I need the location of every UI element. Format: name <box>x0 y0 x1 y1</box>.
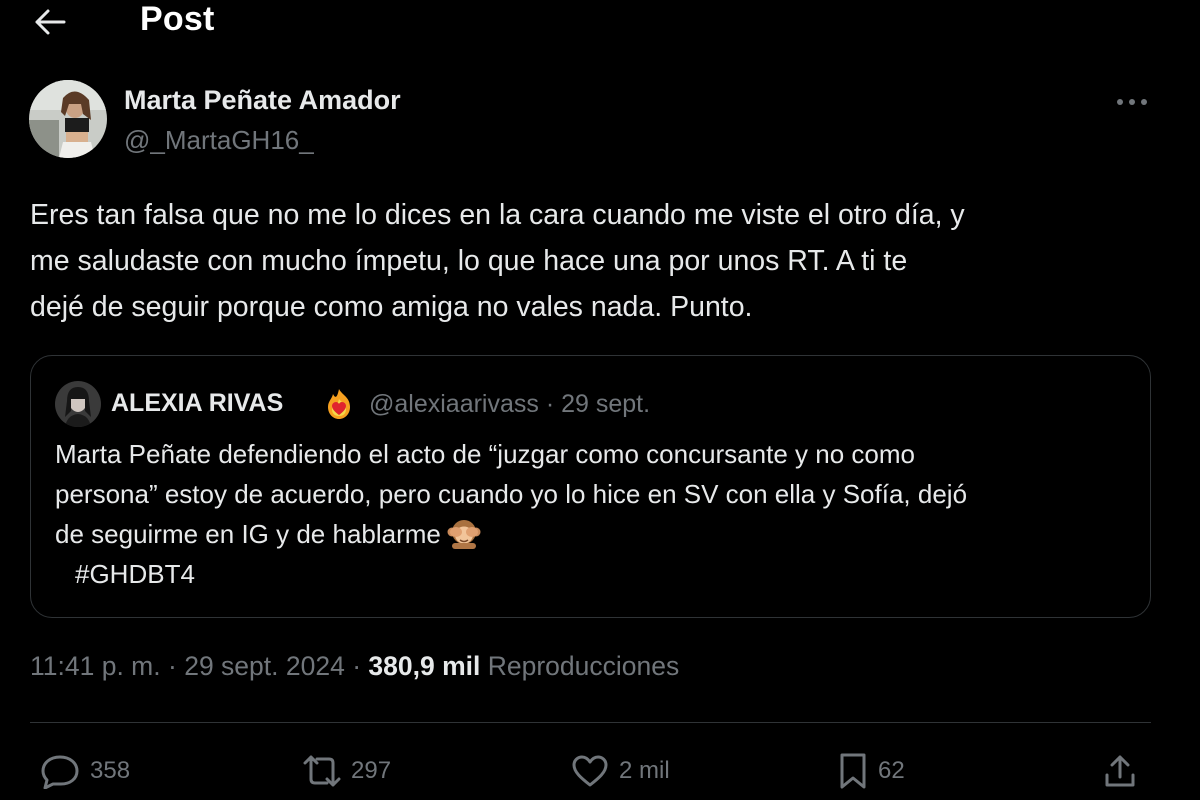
quoted-text: Marta Peñate defendiendo el acto de “juz… <box>55 434 1135 594</box>
meta-separator: · <box>352 651 362 681</box>
quoted-author-avatar[interactable] <box>55 381 101 427</box>
top-bar: Post <box>0 0 1200 45</box>
like-count: 2 mil <box>619 757 670 784</box>
repost-icon <box>303 755 341 787</box>
hashtag-link[interactable]: #GHDBT4 <box>75 554 1135 594</box>
more-options-button[interactable] <box>1114 90 1150 114</box>
bookmark-count: 62 <box>878 757 905 784</box>
reply-icon <box>41 755 79 789</box>
reply-count: 358 <box>90 757 131 784</box>
quoted-date[interactable]: 29 sept. <box>561 390 650 418</box>
post-text-line: Eres tan falsa que no me lo dices en la … <box>30 199 965 231</box>
page-title: Post <box>140 0 215 38</box>
avatar-photo <box>55 381 101 427</box>
divider <box>30 722 1151 723</box>
bookmark-button[interactable]: 62 <box>838 748 905 794</box>
quoted-author-name[interactable]: ALEXIA RIVAS <box>111 389 283 418</box>
quoted-meta: @alexiaarivass · 29 sept. <box>369 390 650 419</box>
quoted-author-handle[interactable]: @alexiaarivass <box>369 390 539 418</box>
arrow-left-icon <box>35 9 66 35</box>
repost-button[interactable]: 297 <box>303 748 391 794</box>
reply-button[interactable]: 358 <box>40 748 130 794</box>
heart-icon <box>572 755 608 787</box>
views-label: Reproducciones <box>487 651 680 681</box>
author-avatar[interactable] <box>29 80 107 158</box>
post-date[interactable]: 29 sept. 2024 <box>184 651 345 681</box>
meta-separator: · <box>545 390 555 418</box>
post-meta: 11:41 p. m. · 29 sept. 2024 · 380,9 mil … <box>30 651 679 682</box>
author-name[interactable]: Marta Peñate Amador <box>124 85 401 116</box>
avatar-photo <box>29 80 107 158</box>
post-text-line: me saludaste con mucho ímpetu, lo que ha… <box>30 245 908 277</box>
more-horizontal-icon <box>1117 99 1147 105</box>
quoted-text-line: de seguirme en IG y de hablarme <box>55 519 441 549</box>
author-handle[interactable]: @_MartaGH16_ <box>124 125 314 156</box>
post-page: Post Marta Peñate Amador @_MartaGH16_ Er… <box>0 0 1200 800</box>
like-button[interactable]: 2 mil <box>571 748 670 794</box>
bookmark-icon <box>840 753 866 789</box>
share-button[interactable] <box>1102 748 1138 794</box>
share-icon <box>1105 755 1135 787</box>
back-button[interactable] <box>30 4 70 40</box>
quoted-text-line: Marta Peñate defendiendo el acto de “juz… <box>55 439 915 469</box>
quoted-post[interactable]: ALEXIA RIVAS @alexiaarivass · 29 sept. M… <box>30 355 1151 618</box>
fire-heart-emoji-icon <box>322 387 356 421</box>
quoted-text-line-with-emoji: de seguirme en IG y de hablarme <box>55 514 1135 554</box>
post-text-line: dejé de seguir porque como amiga no vale… <box>30 291 753 323</box>
post-text: Eres tan falsa que no me lo dices en la … <box>30 192 1150 330</box>
meta-separator: · <box>168 651 177 681</box>
quoted-text-line: persona” estoy de acuerdo, pero cuando y… <box>55 479 968 509</box>
views-count[interactable]: 380,9 mil <box>368 651 480 681</box>
see-no-evil-monkey-emoji-icon <box>447 517 481 549</box>
repost-count: 297 <box>351 757 392 784</box>
post-time[interactable]: 11:41 p. m. <box>30 651 161 681</box>
